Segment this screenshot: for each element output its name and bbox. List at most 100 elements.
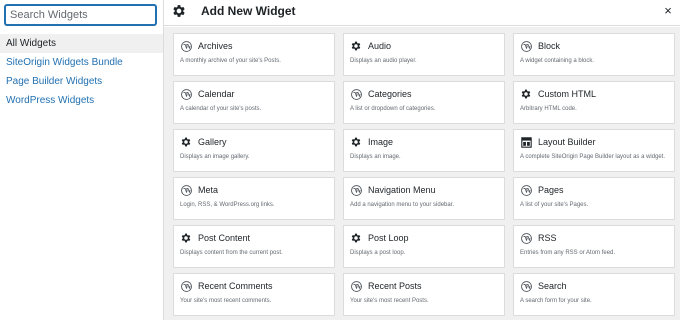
wordpress-icon <box>520 184 532 196</box>
widget-card-header: Layout Builder <box>520 135 668 149</box>
widget-card-recent-posts[interactable]: Recent Posts Your site's most recent Post… <box>343 273 505 316</box>
widget-description: A search form for your site. <box>520 298 592 304</box>
widget-title: Layout Builder <box>538 137 596 147</box>
widget-title: RSS <box>538 233 557 243</box>
wordpress-icon <box>520 40 532 52</box>
widget-card-header: Post Content <box>180 231 328 245</box>
category-wordpress-widgets[interactable]: WordPress Widgets <box>0 91 163 110</box>
widget-title: Gallery <box>198 137 227 147</box>
gear-icon <box>180 232 192 244</box>
wordpress-icon <box>350 88 362 100</box>
widget-card-header: Pages <box>520 183 668 197</box>
widget-title: Audio <box>368 41 392 51</box>
widget-card-navigation-menu[interactable]: Navigation Menu Add a navigation menu to … <box>343 177 505 220</box>
category-list: All Widgets SiteOrigin Widgets Bundle Pa… <box>0 34 163 110</box>
widget-description: Displays an image gallery. <box>180 154 250 160</box>
widget-description: Displays content from the current post. <box>180 250 283 256</box>
widget-card-image[interactable]: Image Displays an image. <box>343 129 505 172</box>
widget-card-header: Meta <box>180 183 328 197</box>
widget-card-categories[interactable]: Categories A list or dropdown of categori… <box>343 81 505 124</box>
widget-title: Recent Posts <box>368 281 422 291</box>
wordpress-icon <box>520 232 532 244</box>
widget-title: Post Content <box>198 233 251 243</box>
widget-title: Categories <box>368 89 412 99</box>
widget-title: Archives <box>198 41 233 51</box>
widget-description: Displays an audio player. <box>350 58 417 64</box>
dialog-header: Add New Widget × <box>164 0 680 26</box>
gear-icon <box>350 136 362 148</box>
widget-card-header: Image <box>350 135 498 149</box>
widget-card-post-content[interactable]: Post Content Displays content from the cu… <box>173 225 335 268</box>
widget-card-meta[interactable]: Meta Login, RSS, & WordPress.org links. <box>173 177 335 220</box>
widget-card-gallery[interactable]: Gallery Displays an image gallery. <box>173 129 335 172</box>
wordpress-icon <box>350 184 362 196</box>
widget-card-header: Calendar <box>180 87 328 101</box>
widget-card-header: Custom HTML <box>520 87 668 101</box>
widget-description: Arbitrary HTML code. <box>520 106 577 112</box>
category-all-widgets[interactable]: All Widgets <box>0 34 163 53</box>
widget-description: A calendar of your site's posts. <box>180 106 262 112</box>
category-siteorigin-widgets-bundle[interactable]: SiteOrigin Widgets Bundle <box>0 53 163 72</box>
gear-icon <box>171 3 187 19</box>
widget-title: Block <box>538 41 561 51</box>
widget-card-header: Archives <box>180 39 328 53</box>
widget-card-header: Audio <box>350 39 498 53</box>
widget-card-custom-html[interactable]: Custom HTML Arbitrary HTML code. <box>513 81 675 124</box>
wordpress-icon <box>180 40 192 52</box>
gear-icon <box>520 88 532 100</box>
gear-icon <box>180 136 192 148</box>
widget-description: Entries from any RSS or Atom feed. <box>520 250 616 256</box>
widget-description: Add a navigation menu to your sidebar. <box>350 202 455 208</box>
widget-card-rss[interactable]: RSS Entries from any RSS or Atom feed. <box>513 225 675 268</box>
widget-title: Recent Comments <box>198 281 273 291</box>
search-widgets-input[interactable] <box>5 5 156 25</box>
widget-description: Displays an image. <box>350 154 401 160</box>
wordpress-icon <box>350 280 362 292</box>
widget-title: Search <box>538 281 567 291</box>
widget-grid-area: Archives A monthly archive of your site's… <box>164 27 680 320</box>
widget-categories-sidebar: All Widgets SiteOrigin Widgets Bundle Pa… <box>0 0 164 320</box>
widget-card-block[interactable]: Block A widget containing a block. <box>513 33 675 76</box>
widget-title: Meta <box>198 185 219 195</box>
widget-title: Image <box>368 137 394 147</box>
search-container <box>0 0 163 32</box>
widget-card-header: Recent Posts <box>350 279 498 293</box>
widget-description: Your site's most recent comments. <box>180 298 272 304</box>
category-page-builder-widgets[interactable]: Page Builder Widgets <box>0 72 163 91</box>
widget-card-pages[interactable]: Pages A list of your site's Pages. <box>513 177 675 220</box>
gear-icon <box>350 232 362 244</box>
widget-title: Post Loop <box>368 233 409 243</box>
wordpress-icon <box>180 280 192 292</box>
gear-icon <box>350 40 362 52</box>
widget-title: Navigation Menu <box>368 185 436 195</box>
close-button[interactable]: × <box>661 4 675 18</box>
layout-icon <box>520 136 532 148</box>
widget-description: Your site's most recent Posts. <box>350 298 429 304</box>
widget-card-layout-builder[interactable]: Layout Builder A complete SiteOrigin Page… <box>513 129 675 172</box>
wordpress-icon <box>520 280 532 292</box>
widget-description: A list of your site's Pages. <box>520 202 589 208</box>
wordpress-icon <box>180 184 192 196</box>
widget-card-calendar[interactable]: Calendar A calendar of your site's posts. <box>173 81 335 124</box>
widget-description: A complete SiteOrigin Page Builder layou… <box>520 154 666 160</box>
widget-description: A widget containing a block. <box>520 58 595 64</box>
widget-card-header: RSS <box>520 231 668 245</box>
widget-title: Custom HTML <box>538 89 597 99</box>
widget-card-header: Navigation Menu <box>350 183 498 197</box>
widget-card-header: Search <box>520 279 668 293</box>
widget-card-header: Recent Comments <box>180 279 328 293</box>
widget-description: Displays a post loop. <box>350 250 406 256</box>
widget-card-archives[interactable]: Archives A monthly archive of your site's… <box>173 33 335 76</box>
dialog-title: Add New Widget <box>201 4 296 18</box>
widget-card-header: Gallery <box>180 135 328 149</box>
wordpress-icon <box>180 88 192 100</box>
widget-description: A list or dropdown of categories. <box>350 106 436 112</box>
widget-card-search[interactable]: Search A search form for your site. <box>513 273 675 316</box>
widget-card-header: Post Loop <box>350 231 498 245</box>
widget-card-header: Categories <box>350 87 498 101</box>
widget-card-header: Block <box>520 39 668 53</box>
widget-card-post-loop[interactable]: Post Loop Displays a post loop. <box>343 225 505 268</box>
widget-card-recent-comments[interactable]: Recent Comments Your site's most recent c… <box>173 273 335 316</box>
widget-title: Pages <box>538 185 564 195</box>
widget-card-audio[interactable]: Audio Displays an audio player. <box>343 33 505 76</box>
